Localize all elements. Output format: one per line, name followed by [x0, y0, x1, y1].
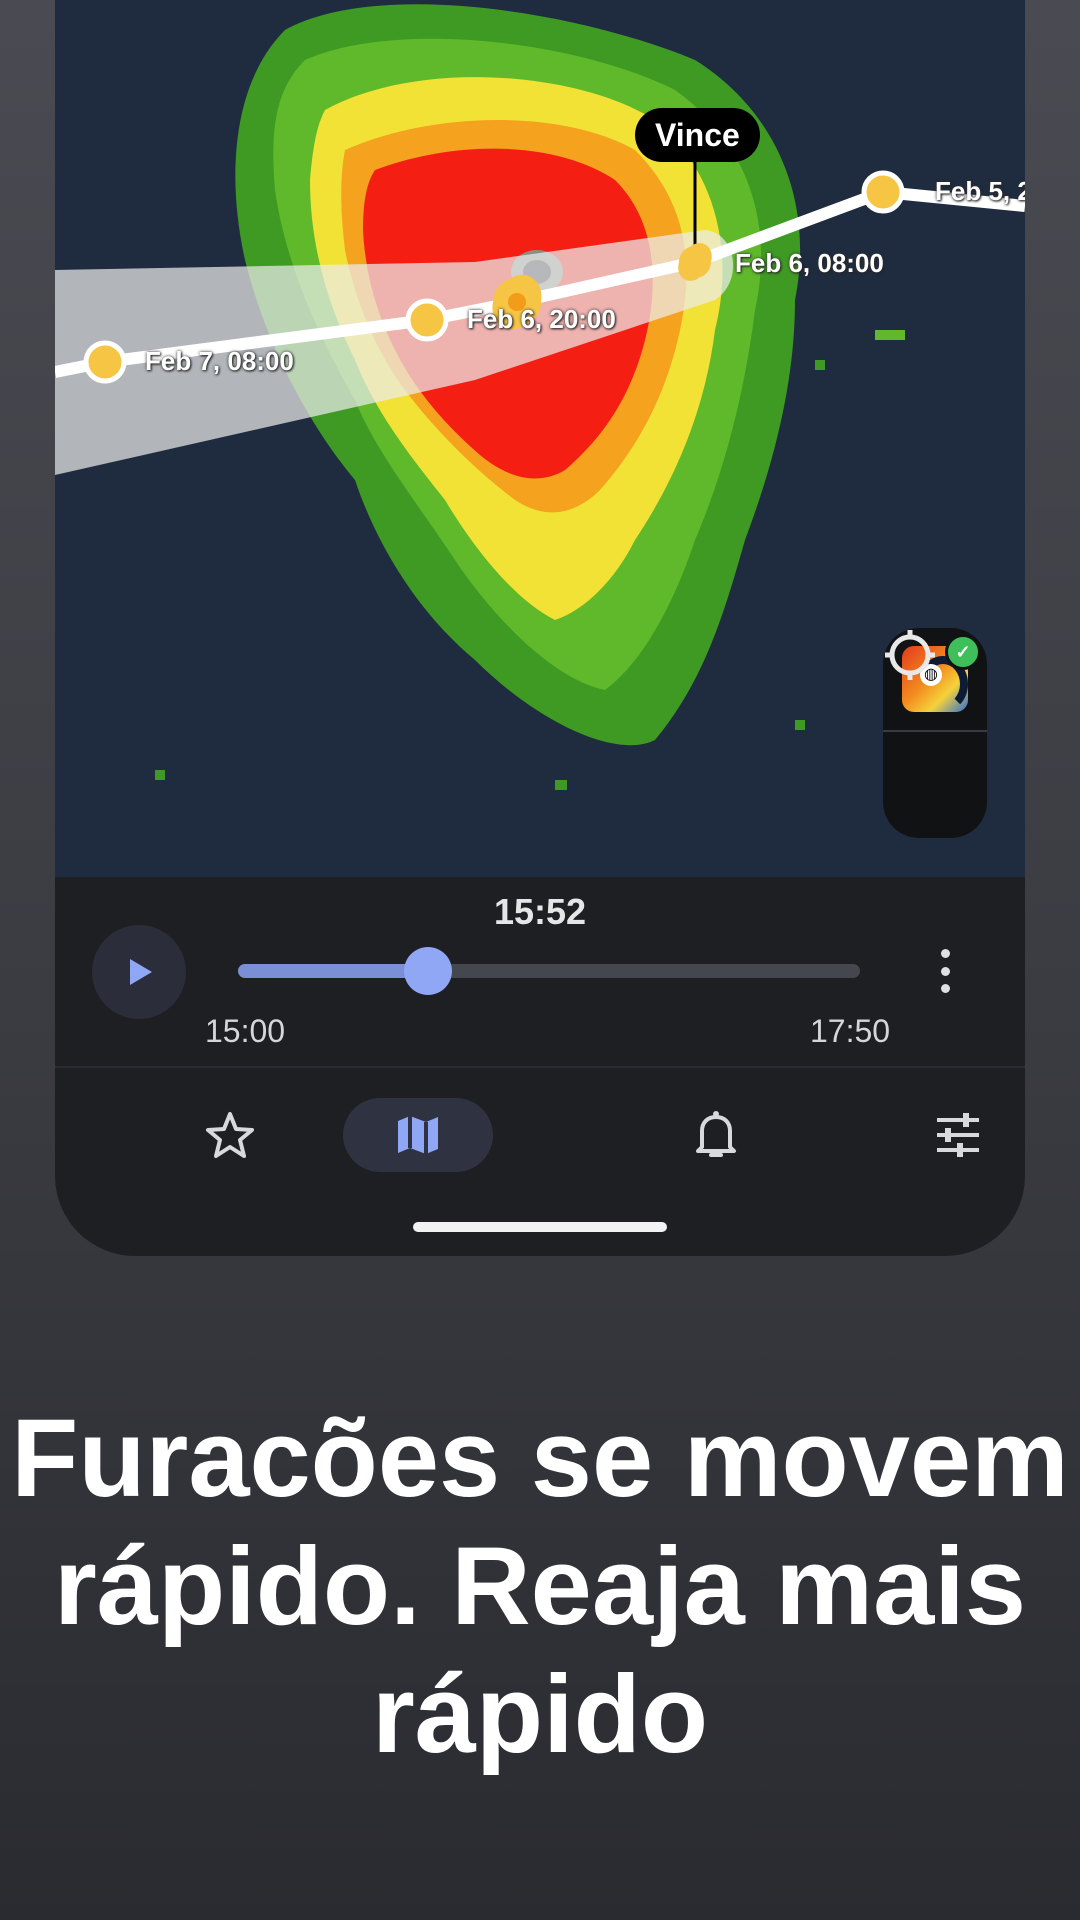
bottom-nav — [55, 1068, 1025, 1198]
radar-map[interactable]: Feb 5, 2 Feb 6, 08:00 Feb 6, 20:00 Feb 7… — [55, 0, 1025, 877]
headline-line: Furacões se movem — [11, 1397, 1069, 1520]
play-icon — [130, 959, 152, 985]
start-time: 15:00 — [205, 1013, 286, 1049]
nav-favorites[interactable] — [155, 1098, 305, 1172]
crosshair-icon — [885, 630, 935, 680]
map-controls: ◍ ✓ — [883, 628, 987, 838]
track-point — [405, 298, 449, 342]
radar-overlay — [55, 4, 1025, 790]
track-point — [83, 340, 127, 384]
phone-screen: Feb 5, 2 Feb 6, 08:00 Feb 6, 20:00 Feb 7… — [55, 0, 1025, 1256]
track-point — [861, 170, 905, 214]
track-label: Feb 6, 20:00 — [467, 304, 616, 334]
star-icon — [206, 1112, 254, 1158]
track-label: Feb 6, 08:00 — [735, 248, 884, 278]
end-time: 17:50 — [810, 1013, 891, 1049]
bell-icon — [696, 1111, 736, 1157]
timeline-slider[interactable] — [238, 947, 860, 995]
track-label: Feb 7, 08:00 — [145, 346, 294, 376]
headline-line: rápido — [371, 1653, 709, 1776]
nav-settings[interactable] — [883, 1098, 1025, 1172]
storm-name-bubble[interactable]: Vince — [635, 108, 760, 162]
more-options-button[interactable] — [925, 949, 965, 993]
timeline-bar: 15:52 15:00 17:50 — [55, 877, 1025, 1067]
track-label: Feb 5, 2 — [935, 176, 1025, 206]
slider-thumb[interactable] — [404, 947, 453, 995]
nav-map[interactable] — [343, 1098, 493, 1172]
slider-fill — [238, 964, 429, 978]
home-indicator[interactable] — [413, 1222, 667, 1232]
nav-alerts[interactable] — [641, 1098, 791, 1172]
current-time: 15:52 — [493, 891, 587, 932]
locate-button[interactable] — [883, 630, 987, 836]
check-badge-icon: ✓ — [945, 634, 981, 670]
map-icon — [398, 1116, 438, 1154]
headline-line: rápido. Reaja mais — [53, 1525, 1027, 1648]
promo-headline: Furacões se movem rápido. Reaja mais ráp… — [0, 1395, 1080, 1779]
play-button[interactable] — [92, 925, 186, 1019]
sliders-icon — [937, 1113, 979, 1157]
